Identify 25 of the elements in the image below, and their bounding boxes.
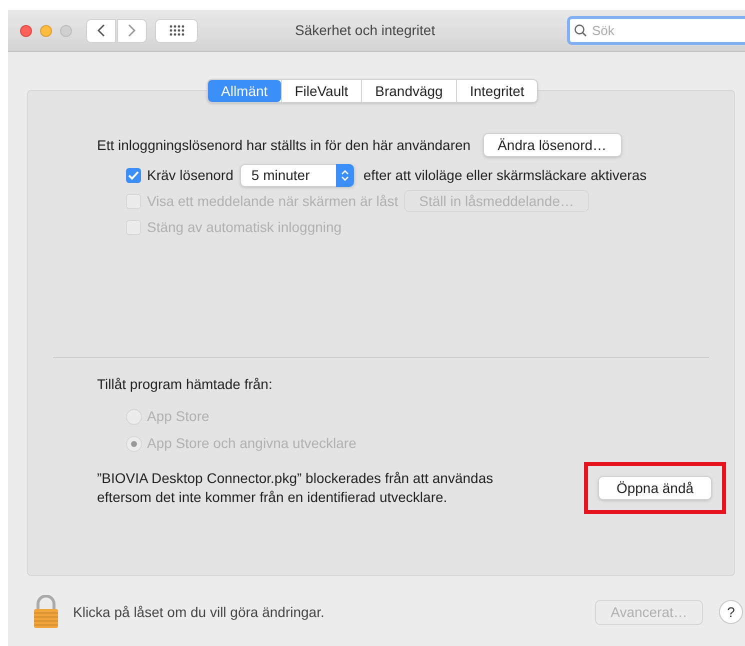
blocked-app-message: ”BIOVIA Desktop Connector.pkg” blockerades från att användas eftersom det inte kommer från en identifierad utvecklare. xyxy=(97,469,494,507)
option-label: Kräv lösenord xyxy=(147,166,234,184)
stepper-icon xyxy=(341,168,350,182)
back-icon xyxy=(97,24,105,37)
lock-hint-text: Klicka på låset om du vill göra ändringar. xyxy=(73,602,324,622)
tab[interactable]: Brandvägg xyxy=(361,80,456,102)
tab[interactable]: FileVault xyxy=(280,80,362,102)
help-button[interactable]: ? xyxy=(719,600,743,624)
option-suffix: efter att viloläge eller skärmsläckare aktiveras xyxy=(363,166,647,185)
open-anyway-button[interactable]: Öppna ändå xyxy=(598,476,712,500)
close-button[interactable] xyxy=(20,24,32,36)
search-icon xyxy=(574,24,587,37)
checkbox[interactable] xyxy=(126,168,141,182)
allow-apps-heading: Tillåt program hämtade från: xyxy=(97,375,274,394)
search-field[interactable]: Sök xyxy=(567,16,745,45)
password-status-text: Ett inloggningslösenord har ställts in för den här användaren xyxy=(97,136,471,155)
back-button[interactable] xyxy=(86,18,116,42)
window-title: Säkerhet och integritet xyxy=(295,21,436,40)
forward-icon xyxy=(128,24,136,37)
padlock-icon[interactable] xyxy=(33,595,59,629)
grid-icon xyxy=(168,25,184,36)
delay-dropdown[interactable]: 5 minuter xyxy=(240,164,356,186)
minimize-button[interactable] xyxy=(40,24,52,36)
change-password-button[interactable]: Ändra lösenord… xyxy=(482,133,622,157)
show-all-button[interactable] xyxy=(155,18,198,42)
